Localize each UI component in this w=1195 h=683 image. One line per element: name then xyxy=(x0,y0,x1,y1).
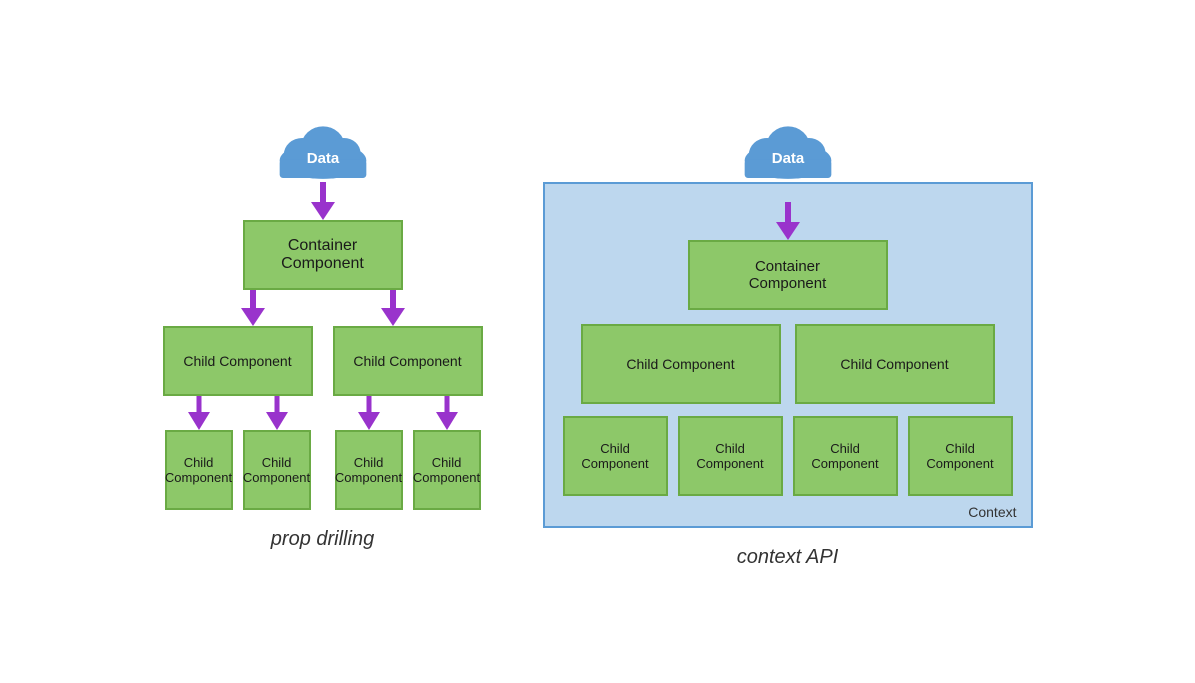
child-component-2-left: Child Component xyxy=(333,326,483,396)
context-children-row: Child Component Child Component xyxy=(581,324,995,404)
arrow-cloud-to-container-left xyxy=(308,182,338,220)
arrow-to-leaf1-left xyxy=(186,396,212,430)
context-outer-box: Container Component Child Component Chil… xyxy=(543,182,1033,528)
svg-text:Data: Data xyxy=(306,150,339,167)
branch-right: Child Component xyxy=(333,326,483,510)
arrow-to-child2-left xyxy=(378,290,408,326)
arrow-to-leaf3-left xyxy=(356,396,382,430)
context-api-diagram: Data Container Component Child Component… xyxy=(543,114,1033,569)
leaf-2: Child Component xyxy=(243,430,311,510)
arrows-from-container-left xyxy=(238,290,408,326)
child-component-1-right: Child Component xyxy=(581,324,781,404)
prop-drilling-label: prop drilling xyxy=(271,528,374,551)
context-leaves-row: Child Component Child Component Child Co… xyxy=(563,416,1013,496)
branch-left: Child Component xyxy=(163,326,313,510)
leaf-3-right: Child Component xyxy=(793,416,898,496)
container-component-left: Container Component xyxy=(243,220,403,290)
diagrams-container: Data Container Component xyxy=(123,94,1073,589)
leaf-1-right: Child Component xyxy=(563,416,668,496)
leaf-1: Child Component xyxy=(165,430,233,510)
leaf-3: Child Component xyxy=(335,430,403,510)
prop-tree: Data Container Component xyxy=(163,114,483,510)
svg-text:Data: Data xyxy=(771,150,804,167)
leaf-4: Child Component xyxy=(413,430,481,510)
arrow-to-leaf4-left xyxy=(434,396,460,430)
leaves-child1: Child Component Child Component xyxy=(165,430,311,510)
arrows-from-child1-left xyxy=(186,396,290,430)
leaf-2-right: Child Component xyxy=(678,416,783,496)
context-label: Context xyxy=(968,504,1016,520)
child-component-2-right: Child Component xyxy=(795,324,995,404)
leaves-child2: Child Component Child Component xyxy=(335,430,481,510)
leaf-4-right: Child Component xyxy=(908,416,1013,496)
child-component-1-left: Child Component xyxy=(163,326,313,396)
data-cloud-left: Data xyxy=(273,114,373,182)
arrow-cloud-to-container-right xyxy=(773,202,803,240)
container-component-right: Container Component xyxy=(688,240,888,310)
context-api-label: context API xyxy=(737,546,839,569)
prop-drilling-diagram: Data Container Component xyxy=(163,114,483,551)
arrows-from-child2-left xyxy=(356,396,460,430)
arrow-to-child1-left xyxy=(238,290,268,326)
arrow-to-leaf2-left xyxy=(264,396,290,430)
children-level-left: Child Component xyxy=(163,326,483,510)
data-cloud-right: Data xyxy=(738,114,838,182)
